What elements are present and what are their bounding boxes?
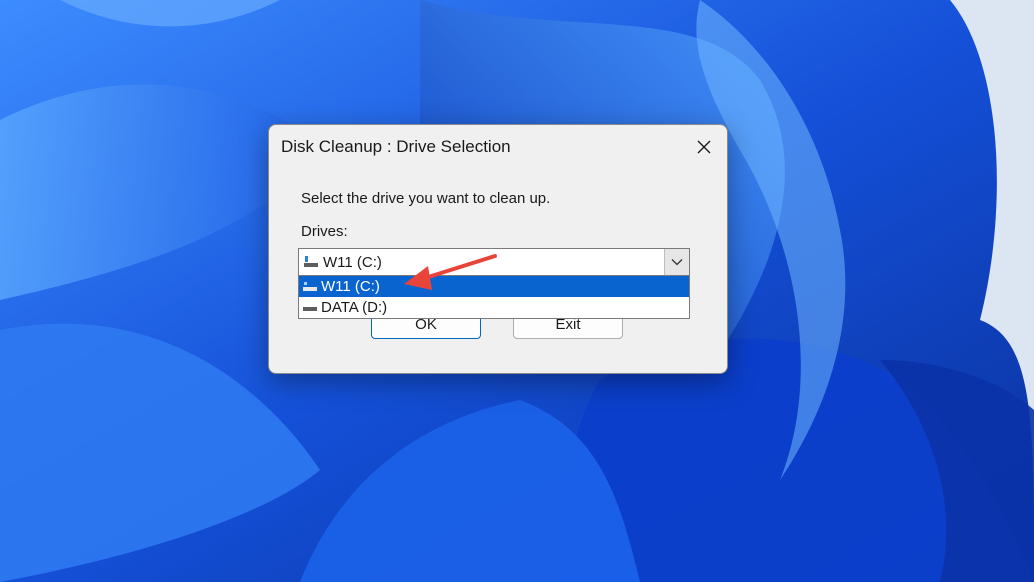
drive-option-label: DATA (D:) xyxy=(321,299,388,316)
dialog-title: Disk Cleanup : Drive Selection xyxy=(281,137,511,156)
drives-dropdown[interactable]: W11 (C:) xyxy=(298,248,690,276)
desktop: Disk Cleanup : Drive Selection Select th… xyxy=(0,0,1034,582)
close-button[interactable] xyxy=(687,131,721,163)
drive-option-label: W11 (C:) xyxy=(321,278,380,295)
drives-dropdown-list: W11 (C:) DATA (D:) xyxy=(298,275,690,319)
drive-icon xyxy=(303,282,317,291)
instruction-text: Select the drive you want to clean up. xyxy=(301,190,551,207)
drive-option-d[interactable]: DATA (D:) xyxy=(299,297,689,318)
disk-cleanup-dialog: Disk Cleanup : Drive Selection Select th… xyxy=(268,124,728,374)
dropdown-arrow-button[interactable] xyxy=(664,249,689,275)
chevron-down-icon xyxy=(671,259,683,266)
drive-icon xyxy=(303,307,317,311)
dropdown-selected-value: W11 (C:) xyxy=(323,254,382,271)
drive-icon xyxy=(304,256,318,267)
drive-option-c[interactable]: W11 (C:) xyxy=(299,276,689,297)
drives-label: Drives: xyxy=(301,223,348,240)
close-icon xyxy=(697,140,711,154)
